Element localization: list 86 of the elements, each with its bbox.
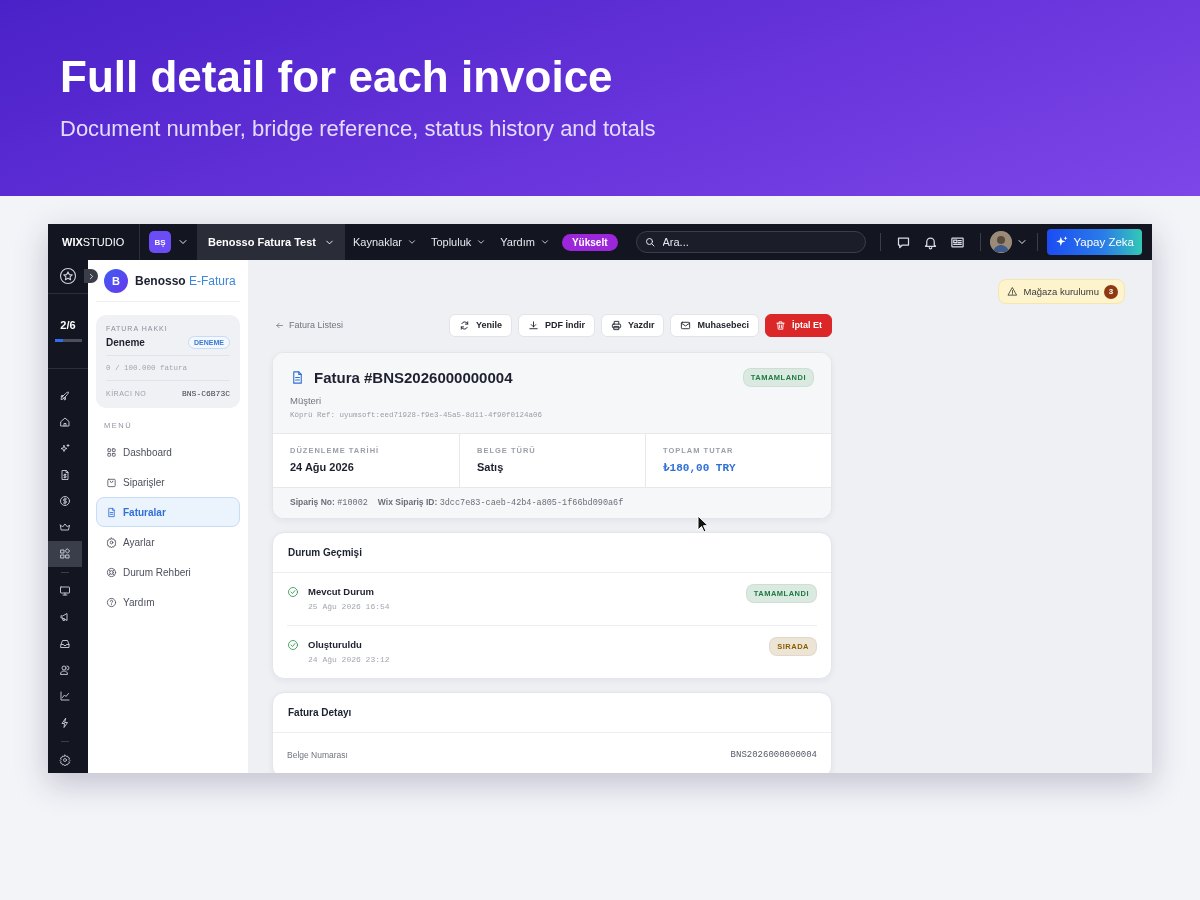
sidebar-item[interactable]: Siparişler [96,467,240,497]
download-button[interactable]: PDF İndir [517,313,595,337]
monitor-icon [59,585,71,598]
site-badge[interactable]: BŞ [149,231,171,253]
inbox-icon [59,637,71,650]
megaphone-icon [59,611,71,624]
users-icon [59,663,71,676]
arrow-left-icon [275,320,284,330]
grid-icon [106,446,117,458]
history-time: 25 Ağu 2026 16:54 [308,602,390,611]
rail-item[interactable] [48,540,82,567]
field-value: ₺180,00 TRY [663,461,737,474]
detail-label: Belge Numarası [287,750,348,760]
sparkle-icon [59,442,71,455]
app-logo: B [104,268,128,293]
order-number: Sipariş No: #10002 [290,497,368,508]
card-title: Fatura Detayı [273,693,831,733]
document-icon [290,370,305,385]
sidebar-item[interactable]: Durum Rehberi [96,557,240,587]
history-label: Oluşturuldu [308,639,363,650]
upgrade-button[interactable]: Yükselt [561,233,618,251]
customer-text: Müşteri [290,395,323,406]
tenant-id: BNS-C6B73C [182,389,230,398]
site-name-button[interactable]: Benosso Fatura Test [197,224,345,260]
id-card-icon[interactable] [950,234,966,250]
crown-icon [59,521,71,534]
progress-bar [54,339,82,343]
bolt-icon [59,716,71,729]
collapse-button[interactable] [84,269,98,283]
check-circle-icon [287,586,299,598]
chat-icon[interactable] [896,234,912,250]
sidebar-item[interactable]: Faturalar [96,497,240,527]
sidebar-item[interactable]: Dashboard [96,437,240,467]
back-link[interactable]: Fatura Listesi [272,320,344,330]
check-circle-icon [287,639,299,651]
menu-button[interactable]: Kaynaklar [345,224,423,260]
banner-title: Full detail for each invoice [60,52,614,102]
detail-value: BNS2026000000004 [730,750,817,760]
caret-icon [476,237,487,247]
help-icon [106,596,117,608]
warning-icon [1007,286,1019,297]
menu-button[interactable]: Topluluk [422,224,493,260]
invoice-title: Fatura #BNS2026000000004 [314,369,513,386]
chart-icon [59,690,71,703]
history-time: 24 Ağu 2026 23:12 [308,655,390,664]
caret-icon [539,237,550,247]
app-name: Benosso E-Fatura [135,273,236,288]
cancel-button[interactable]: İptal Et [765,313,832,337]
trash-icon [775,319,786,331]
notice-text: Mağaza kurulumu [1023,286,1099,297]
menu-button[interactable]: Yardım [492,224,556,260]
sidebar-item[interactable]: Yardım [96,587,240,617]
caret-icon [406,237,417,247]
lifebuoy-icon [106,566,117,578]
download-icon [527,319,539,331]
refresh-icon [458,319,470,331]
progress-count: 2/6 [60,319,76,332]
card-title: Durum Geçmişi [273,533,831,573]
avatar[interactable] [990,231,1013,253]
document-dollar-icon [59,468,71,481]
ai-button[interactable]: Yapay Zeka [1047,229,1142,255]
settings-icon [106,536,117,548]
field-value: 24 Ağu 2026 [290,461,355,473]
rocket-icon [59,390,71,402]
bell-icon[interactable] [923,234,939,250]
printer-icon [610,319,622,331]
document-icon [106,506,117,518]
sidebar-item[interactable]: Ayarlar [96,527,240,557]
email-button[interactable]: Muhasebeci [670,313,759,337]
history-label: Mevcut Durum [308,586,375,597]
search-field[interactable]: Ara... [635,231,866,253]
search-icon [643,236,656,248]
setup-notice[interactable]: Mağaza kurulumu 3 [998,279,1125,304]
field-value: Satış [477,461,505,473]
bag-icon [106,476,117,488]
print-button[interactable]: Yazdır [600,313,665,337]
home-icon [59,416,71,429]
count-badge: 3 [1104,284,1118,299]
apps-icon [59,547,71,560]
refresh-button[interactable]: Yenile [448,313,512,337]
mail-icon [680,319,692,331]
plan-name: Deneme [106,337,145,348]
dollar-circle-icon [59,495,71,508]
settings-icon [59,753,71,766]
banner-subtitle: Document number, bridge reference, status history and totals [60,116,657,142]
wix-order-id: Wix Sipariş ID: 3dcc7e83-caeb-42b4-a805-1f66bd090a6f [377,497,624,508]
